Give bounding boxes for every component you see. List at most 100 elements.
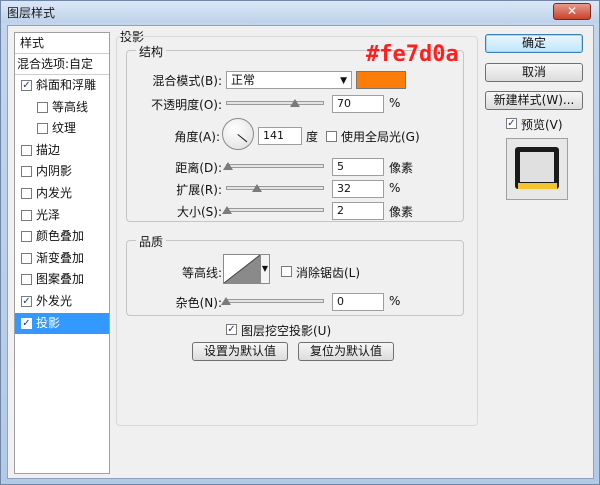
knockout-label: 图层挖空投影(U) xyxy=(241,324,332,338)
size-label: 大小(S): xyxy=(176,205,222,219)
size-unit: 像素 xyxy=(389,205,414,219)
style-item[interactable]: 纹理 xyxy=(15,118,109,139)
style-item[interactable]: 渐变叠加 xyxy=(15,248,109,269)
distance-input[interactable]: 5 xyxy=(332,158,384,176)
ok-button[interactable]: 确定 xyxy=(485,34,583,53)
style-item-label: 纹理 xyxy=(52,121,77,136)
spread-slider[interactable] xyxy=(226,186,324,190)
style-item[interactable]: 图案叠加 xyxy=(15,269,109,290)
style-preview xyxy=(506,138,568,200)
style-item-checkbox[interactable] xyxy=(21,188,32,199)
styles-list: 样式 混合选项:自定 ✓ 斜面和浮雕等高线纹理描边内阴影内发光光泽颜色叠加渐变叠加… xyxy=(14,32,110,474)
style-item-label: 外发光 xyxy=(36,294,73,308)
title-bar[interactable]: 图层样式 ✕ xyxy=(1,1,599,23)
style-item-label: 内阴影 xyxy=(36,164,73,179)
style-item[interactable]: 内阴影 xyxy=(15,161,109,182)
shadow-color-swatch[interactable] xyxy=(356,71,406,89)
size-slider[interactable] xyxy=(226,208,324,212)
contour-dropdown[interactable]: ▼ xyxy=(260,254,270,284)
style-item-label: 光泽 xyxy=(36,207,61,222)
style-item-label: 投影 xyxy=(36,315,61,330)
distance-label: 距离(D): xyxy=(175,161,222,175)
style-item-label: 斜面和浮雕 xyxy=(36,78,97,92)
spread-unit: % xyxy=(389,181,401,195)
layer-style-dialog: 图层样式 ✕ 样式 混合选项:自定 ✓ 斜面和浮雕等高线纹理描边内阴影内发光光泽颜… xyxy=(0,0,600,485)
dialog-body: 样式 混合选项:自定 ✓ 斜面和浮雕等高线纹理描边内阴影内发光光泽颜色叠加渐变叠加… xyxy=(7,25,594,479)
distance-slider[interactable] xyxy=(226,164,324,168)
global-light-label: 使用全局光(G) xyxy=(341,130,420,144)
size-slider-thumb[interactable] xyxy=(221,206,232,214)
anti-alias-checkbox[interactable] xyxy=(281,266,292,277)
style-item-label: 颜色叠加 xyxy=(36,229,85,244)
noise-slider-thumb[interactable] xyxy=(221,297,231,305)
angle-dial-hand xyxy=(237,134,248,143)
angle-label: 角度(A): xyxy=(174,130,220,144)
style-item[interactable]: ✓ 斜面和浮雕 xyxy=(15,75,109,96)
distance-unit: 像素 xyxy=(389,161,414,175)
angle-dial[interactable] xyxy=(222,118,254,150)
reset-default-button[interactable]: 复位为默认值 xyxy=(298,342,394,361)
contour-curve-icon xyxy=(223,254,261,284)
preview-thumbnail xyxy=(515,147,559,189)
style-item[interactable]: 等高线 xyxy=(15,97,109,118)
anti-alias-label: 消除锯齿(L) xyxy=(296,266,361,280)
color-annotation: #fe7d0a xyxy=(366,42,459,67)
style-item-checkbox[interactable] xyxy=(21,231,32,243)
style-item-checkbox[interactable] xyxy=(21,252,32,264)
style-item[interactable]: 颜色叠加 xyxy=(15,226,109,247)
blend-mode-label: 混合模式(B): xyxy=(152,74,222,88)
style-item[interactable]: 内发光 xyxy=(15,183,109,204)
contour-label: 等高线: xyxy=(181,266,222,280)
opacity-slider[interactable] xyxy=(226,101,324,105)
preview-label: 预览(V) xyxy=(521,118,563,132)
knockout-checkbox[interactable]: ✓ xyxy=(226,324,237,335)
style-item-checkbox[interactable] xyxy=(21,209,32,221)
angle-input[interactable]: 141 xyxy=(258,127,302,145)
noise-unit: % xyxy=(389,294,401,308)
noise-label: 杂色(N): xyxy=(175,296,222,310)
noise-input[interactable]: 0 xyxy=(332,293,384,311)
blend-mode-value: 正常 xyxy=(231,73,256,87)
style-item-checkbox[interactable] xyxy=(21,144,32,156)
opacity-input[interactable]: 70 xyxy=(332,95,384,113)
style-item[interactable]: 光泽 xyxy=(15,205,109,226)
make-default-button[interactable]: 设置为默认值 xyxy=(192,342,288,361)
spread-slider-thumb[interactable] xyxy=(252,184,263,192)
distance-slider-thumb[interactable] xyxy=(222,162,233,170)
style-item-label: 内发光 xyxy=(36,186,73,200)
style-item-checkbox[interactable]: ✓ xyxy=(21,317,32,329)
style-item-label: 图案叠加 xyxy=(36,272,85,287)
global-light-checkbox[interactable] xyxy=(326,131,337,142)
blend-mode-select[interactable]: 正常 ▼ xyxy=(226,71,352,89)
blend-options-item[interactable]: 混合选项:自定 xyxy=(15,54,109,75)
style-item-label: 渐变叠加 xyxy=(36,250,85,265)
style-item-checkbox[interactable] xyxy=(21,166,32,178)
style-item-label: 描边 xyxy=(36,142,61,157)
angle-unit: 度 xyxy=(306,130,319,144)
style-item-checkbox[interactable]: ✓ xyxy=(21,80,32,91)
window-title: 图层样式 xyxy=(7,6,56,20)
close-button[interactable]: ✕ xyxy=(553,3,591,20)
preview-checkbox[interactable]: ✓ xyxy=(506,118,517,129)
noise-slider[interactable] xyxy=(226,299,324,303)
spread-input[interactable]: 32 xyxy=(332,180,384,198)
style-item[interactable]: ✓ 投影 xyxy=(15,312,109,334)
chevron-down-icon: ▼ xyxy=(340,76,347,86)
opacity-label: 不透明度(O): xyxy=(151,98,222,112)
styles-header[interactable]: 样式 xyxy=(15,33,109,54)
contour-picker[interactable] xyxy=(223,254,261,284)
quality-title: 品质 xyxy=(136,233,167,250)
style-item-checkbox[interactable]: ✓ xyxy=(21,296,32,307)
style-item-checkbox[interactable] xyxy=(37,101,48,113)
new-style-button[interactable]: 新建样式(W)... xyxy=(485,91,583,110)
cancel-button[interactable]: 取消 xyxy=(485,63,583,82)
style-item-checkbox[interactable] xyxy=(37,123,48,135)
size-input[interactable]: 2 xyxy=(332,202,384,220)
chevron-down-icon: ▼ xyxy=(261,264,269,273)
style-item[interactable]: ✓ 外发光 xyxy=(15,291,109,312)
style-item-checkbox[interactable] xyxy=(21,274,32,286)
style-item[interactable]: 描边 xyxy=(15,140,109,161)
opacity-slider-thumb[interactable] xyxy=(289,99,300,107)
style-item-label: 等高线 xyxy=(52,99,89,114)
opacity-unit: % xyxy=(389,96,401,110)
